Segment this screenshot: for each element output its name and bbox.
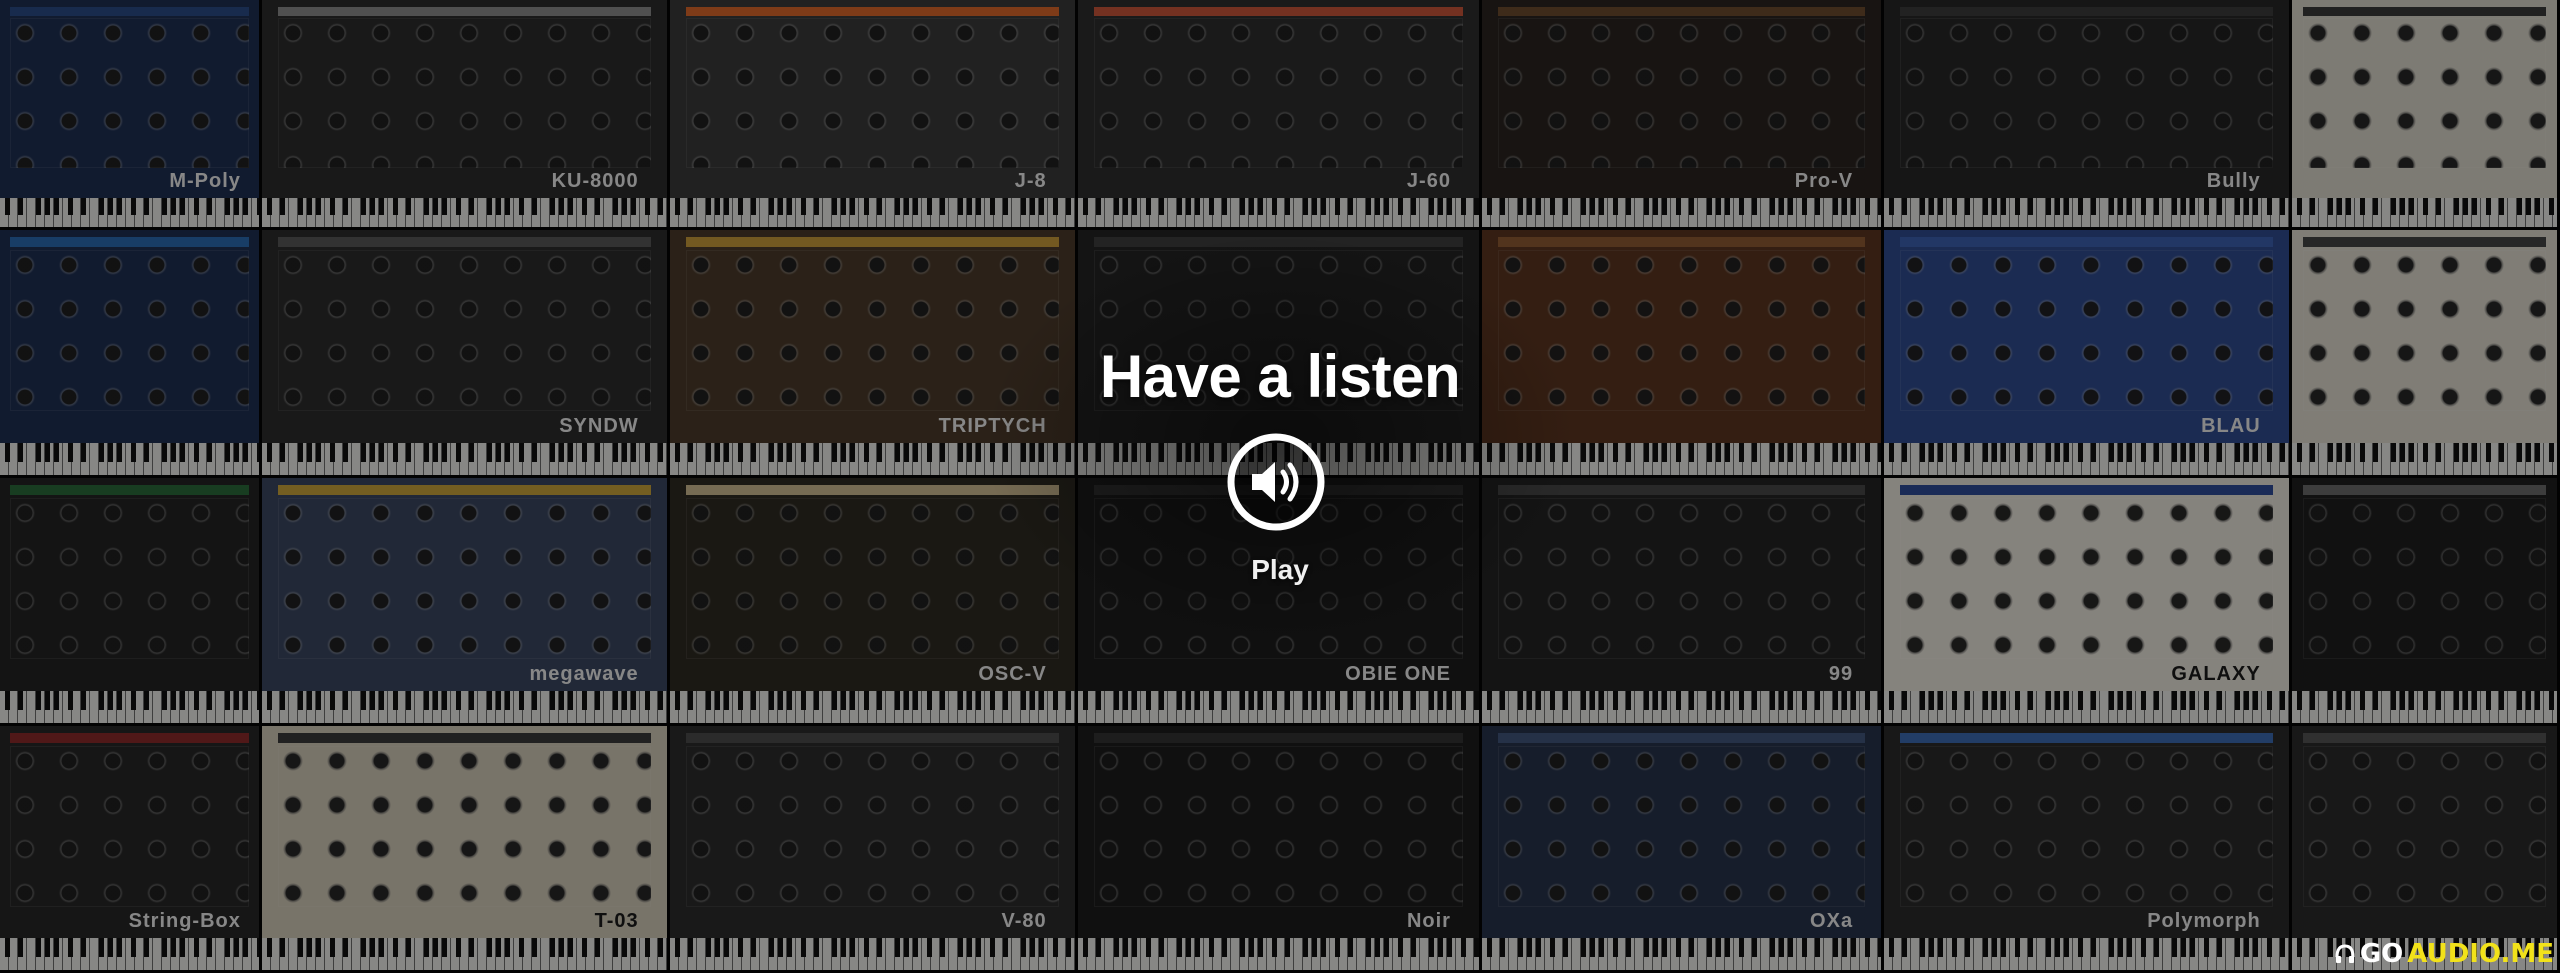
watermark-text-audio: AUDIO.ME <box>2407 939 2554 969</box>
headphones-icon <box>2335 944 2355 963</box>
play-button[interactable] <box>1226 432 1326 532</box>
watermark-text-go: GO <box>2359 939 2404 969</box>
hero-headline: Have a listen <box>1099 343 1461 410</box>
speaker-icon <box>1227 433 1325 531</box>
play-label: Play <box>1251 554 1309 585</box>
watermark-logo: GO AUDIO.ME <box>2334 939 2554 969</box>
